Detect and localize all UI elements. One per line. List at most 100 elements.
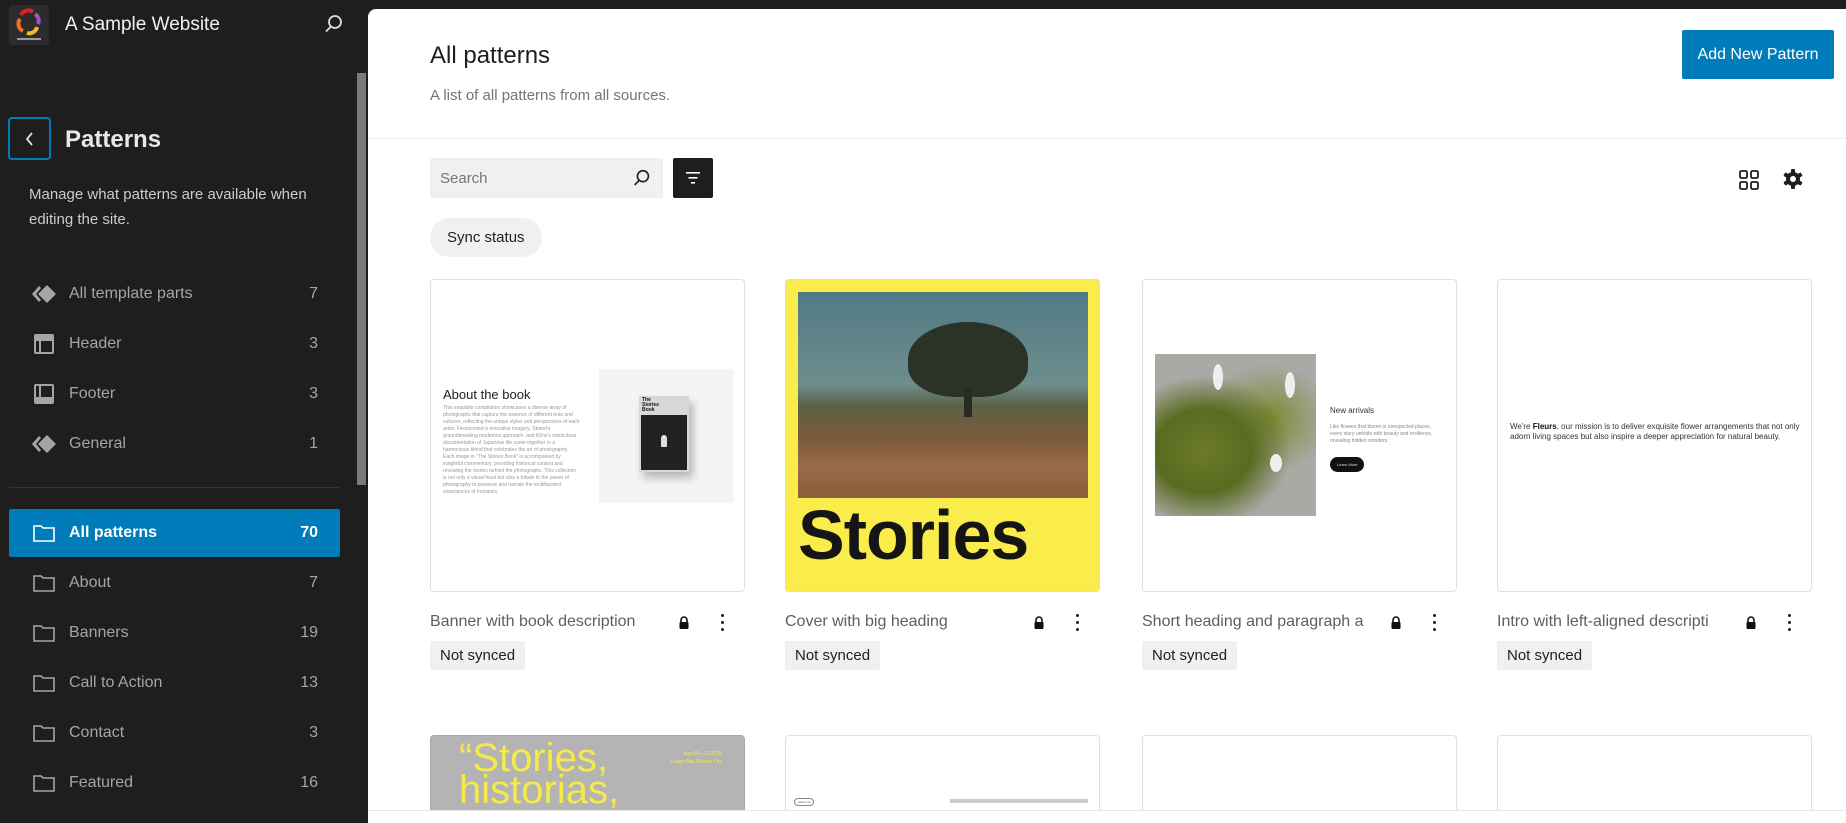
add-new-pattern-button[interactable]: Add New Pattern <box>1682 30 1834 79</box>
sidebar-item-all-template-parts[interactable]: All template parts 7 <box>9 270 340 318</box>
search-input[interactable] <box>430 158 620 198</box>
pattern-preview[interactable]: About Us <box>785 735 1100 810</box>
preview-button: Learn More <box>1330 457 1365 472</box>
lock-icon <box>1033 616 1045 635</box>
folder-icon <box>31 621 57 645</box>
pattern-title[interactable]: Banner with book description <box>430 613 670 631</box>
preview-heading: “Stories, historias, <box>459 738 620 810</box>
preview-heading-line: historias, <box>459 768 620 810</box>
sync-status-badge: Not synced <box>1142 641 1238 670</box>
cover-image <box>798 292 1088 498</box>
header-divider <box>368 138 1846 139</box>
header-layout-icon <box>31 332 57 356</box>
sidebar-item-contact[interactable]: Contact 3 <box>9 709 340 757</box>
pattern-preview[interactable]: Stories <box>785 279 1100 592</box>
preview-line <box>950 799 1088 803</box>
sync-status-filter[interactable]: Sync status <box>430 218 542 257</box>
sidebar-item-general[interactable]: General 1 <box>9 420 340 468</box>
sidebar-item-label: Footer <box>69 385 116 402</box>
sidebar-item-count: 7 <box>309 285 318 302</box>
pattern-title[interactable]: Cover with big heading <box>785 613 1025 631</box>
pattern-preview[interactable]: We're Fleurs, our mission is to deliver … <box>1497 279 1812 592</box>
funnel-icon <box>686 172 700 184</box>
grid-view-icon[interactable] <box>1738 169 1760 196</box>
sidebar-item-about[interactable]: About 7 <box>9 559 340 607</box>
preview-body: Like flowers that bloom in unexpected pl… <box>1330 424 1433 444</box>
sidebar-item-count: 70 <box>300 524 318 541</box>
more-actions-button[interactable] <box>1424 609 1444 635</box>
sidebar-item-label: General <box>69 435 126 452</box>
sidebar-item-label: All patterns <box>69 524 158 541</box>
sidebar-item-count: 3 <box>309 724 318 741</box>
pattern-title[interactable]: Intro with left-aligned descripti <box>1497 613 1737 631</box>
pattern-title[interactable]: Short heading and paragraph a <box>1142 613 1382 631</box>
sync-status-badge: Not synced <box>785 641 881 670</box>
search-icon[interactable] <box>322 12 346 36</box>
preview-date: Aug 08—10 2025 <box>683 751 722 757</box>
sidebar-item-count: 3 <box>309 385 318 402</box>
sidebar-item-footer[interactable]: Footer 3 <box>9 370 340 418</box>
sync-status-badge: Not synced <box>1497 641 1593 670</box>
pattern-card: About the book This exquisite compilatio… <box>430 279 745 670</box>
more-actions-button[interactable] <box>1067 609 1087 635</box>
sidebar-item-banners[interactable]: Banners 19 <box>9 609 340 657</box>
pattern-card: Stories Cover with big heading Not synce… <box>785 279 1100 670</box>
pattern-preview[interactable] <box>1142 735 1457 810</box>
sidebar-item-label: Call to Action <box>69 674 163 691</box>
sidebar-item-label: Featured <box>69 774 134 791</box>
preview-tag: About Us <box>794 798 815 806</box>
footer-layout-icon <box>31 382 57 406</box>
sidebar-item-label: Contact <box>69 724 125 741</box>
sidebar-item-header[interactable]: Header 3 <box>9 320 340 368</box>
gear-icon[interactable] <box>1781 167 1805 196</box>
lock-icon <box>678 616 690 635</box>
sidebar-item-count: 16 <box>300 774 318 791</box>
pattern-card: About Us <box>785 735 1100 810</box>
sidebar-item-count: 19 <box>300 624 318 641</box>
sidebar-item-count: 3 <box>309 335 318 352</box>
lock-icon <box>1390 616 1402 635</box>
pattern-card: New arrivals Like flowers that bloom in … <box>1142 279 1457 670</box>
folder-icon <box>31 771 57 795</box>
more-actions-button[interactable] <box>1779 609 1799 635</box>
sidebar-item-label: Banners <box>69 624 129 641</box>
lock-icon <box>1745 616 1757 635</box>
search-field <box>430 158 663 198</box>
preview-heading: Stories <box>798 496 1029 574</box>
back-button[interactable] <box>8 117 51 160</box>
sidebar-item-count: 1 <box>309 435 318 452</box>
flower-image <box>1155 354 1316 516</box>
preview-venue: Fuego Bar, Mexico City <box>670 759 722 765</box>
folder-icon <box>31 521 57 545</box>
preview-text: We're Fleurs, our mission is to deliver … <box>1510 422 1802 442</box>
more-actions-button[interactable] <box>712 609 732 635</box>
sidebar-item-count: 13 <box>300 674 318 691</box>
symbol-filled-icon <box>31 432 57 456</box>
sidebar-item-featured[interactable]: Featured 16 <box>9 759 340 807</box>
sidebar-item-call-to-action[interactable]: Call to Action 13 <box>9 659 340 707</box>
sidebar-item-all-patterns[interactable]: All patterns 70 <box>9 509 340 557</box>
sidebar-item-label: All template parts <box>69 285 193 302</box>
site-title[interactable]: A Sample Website <box>65 14 220 36</box>
search-icon <box>631 167 653 194</box>
folder-icon <box>31 721 57 745</box>
book-title: The Stories Book <box>642 397 659 413</box>
pattern-preview[interactable]: New arrivals Like flowers that bloom in … <box>1142 279 1457 592</box>
preview-event-info: Aug 08—10 2025 Fuego Bar, Mexico City <box>662 750 722 766</box>
sidebar-item-label: About <box>69 574 111 591</box>
sidebar-divider <box>9 487 340 488</box>
sidebar-item-label: Header <box>69 335 122 352</box>
site-logo[interactable] <box>9 5 49 45</box>
pattern-preview[interactable] <box>1497 735 1812 810</box>
preview-heading: New arrivals <box>1330 406 1375 415</box>
pattern-preview[interactable]: “Stories, historias, Aug 08—10 2025 Fuego … <box>430 735 745 810</box>
scrollbar-thumb[interactable] <box>357 73 366 485</box>
pattern-card: “Stories, historias, Aug 08—10 2025 Fuego … <box>430 735 745 810</box>
pattern-card: We're Fleurs, our mission is to deliver … <box>1497 279 1812 670</box>
preview-body: This exquisite compilation showcases a d… <box>443 405 580 493</box>
sidebar: A Sample Website Patterns Manage what pa… <box>0 0 368 823</box>
sync-status-badge: Not synced <box>430 641 526 670</box>
filter-button[interactable] <box>673 158 713 198</box>
pattern-preview[interactable]: About the book This exquisite compilatio… <box>430 279 745 592</box>
preview-text-pre: We're <box>1510 422 1533 431</box>
